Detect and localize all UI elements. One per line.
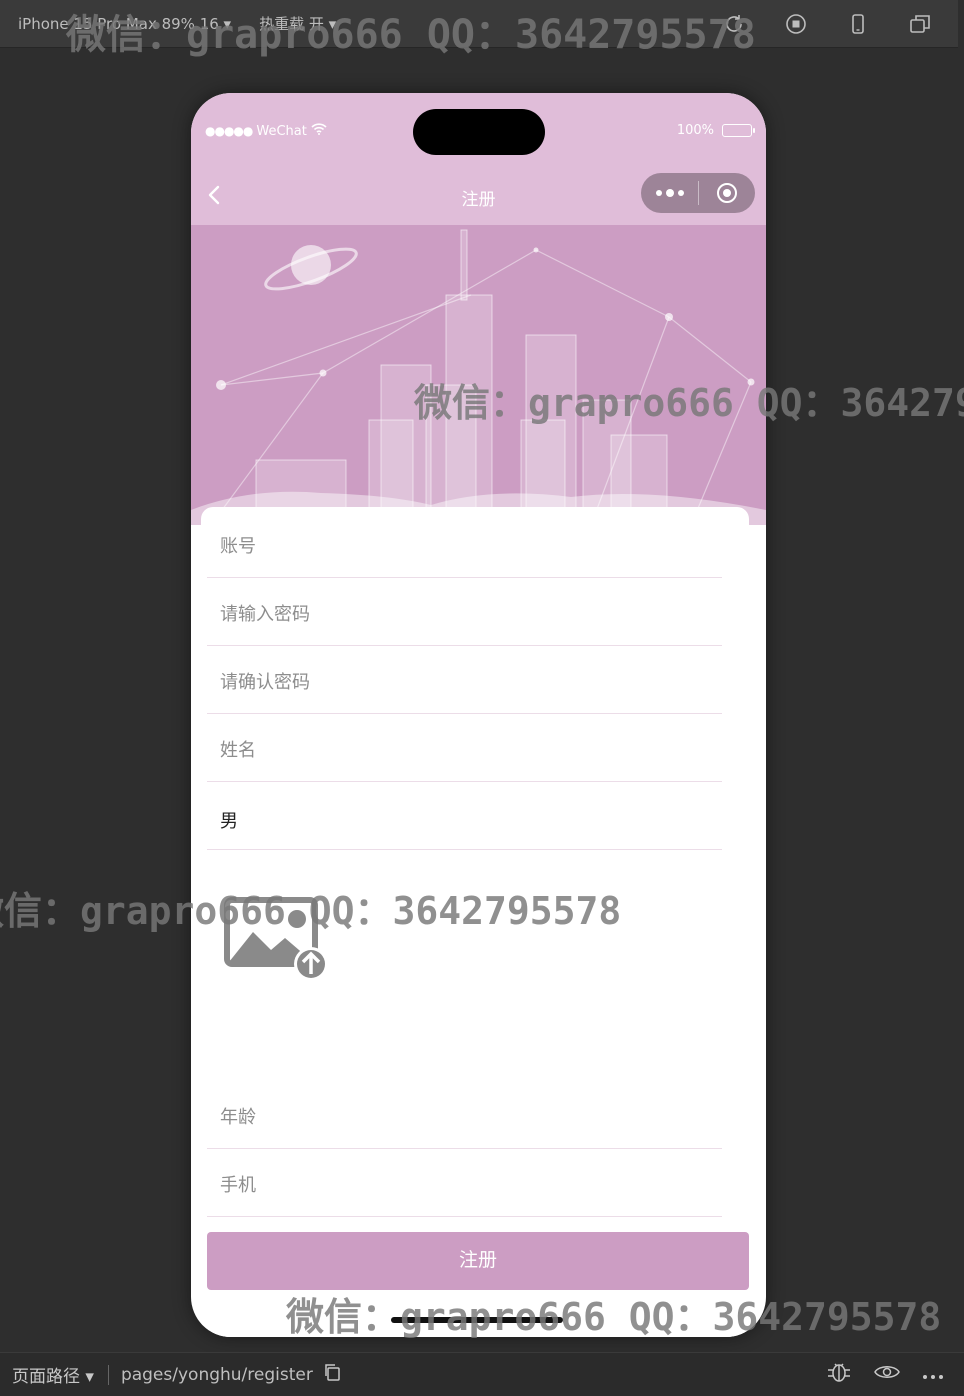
account-input[interactable] — [220, 533, 700, 559]
bug-icon[interactable] — [826, 1361, 852, 1388]
confirm-password-input[interactable] — [220, 669, 700, 695]
bottom-separator — [107, 1364, 109, 1385]
simulator-toolbar: iPhone 15 Pro Max 89% 16 ▾ 热重载 开 ▾ — [0, 0, 958, 48]
banner-illustration — [191, 225, 766, 525]
home-indicator — [391, 1317, 563, 1323]
wifi-icon — [311, 123, 327, 139]
refresh-icon[interactable] — [714, 4, 754, 44]
gender-value: 男 — [220, 811, 238, 832]
mini-program-capsule — [641, 173, 755, 213]
status-left: ●●●●● WeChat — [205, 123, 327, 139]
stop-icon[interactable] — [776, 4, 816, 44]
age-input[interactable] — [220, 1104, 700, 1130]
signal-dots: ●●●●● — [205, 124, 253, 138]
page-path-text: pages/yonghu/register — [120, 1364, 313, 1385]
phone-input[interactable] — [220, 1172, 700, 1198]
copy-icon[interactable] — [323, 1363, 341, 1386]
status-right: 100% — [676, 123, 755, 138]
close-target-icon[interactable] — [699, 173, 755, 213]
account-field — [207, 511, 722, 578]
battery-icon — [722, 124, 755, 137]
bottom-actions — [826, 1361, 952, 1388]
battery-percent: 100% — [676, 123, 714, 138]
password-input[interactable] — [220, 601, 700, 627]
image-upload-icon[interactable] — [221, 892, 333, 981]
hot-reload-toggle[interactable]: 热重载 开 ▾ — [259, 13, 336, 34]
gender-picker[interactable]: 男 — [207, 783, 722, 850]
password-field — [207, 579, 722, 646]
status-bar: ●●●●● WeChat 100% — [191, 93, 766, 165]
eye-icon[interactable] — [874, 1363, 900, 1386]
name-field — [207, 715, 722, 782]
dynamic-island — [413, 109, 545, 155]
phone-icon[interactable] — [838, 4, 878, 44]
more-icon[interactable] — [922, 1365, 944, 1385]
carrier-label: WeChat — [256, 123, 307, 139]
window-icon[interactable] — [900, 4, 940, 44]
device-selector[interactable]: iPhone 15 Pro Max 89% 16 ▾ — [18, 15, 231, 33]
toolbar-actions — [714, 4, 940, 44]
page-path-dropdown[interactable]: 页面路径 ▾ — [12, 1362, 94, 1387]
register-button[interactable]: 注册 — [207, 1232, 749, 1290]
bottom-status-bar: 页面路径 ▾ pages/yonghu/register — [0, 1352, 964, 1396]
register-form: 男 注册 — [191, 507, 766, 1337]
confirm-password-field — [207, 647, 722, 714]
nav-bar: 注册 — [191, 165, 766, 225]
phone-simulator: ●●●●● WeChat 100% 注册 账号 姓名 男 年龄 手机 注册 — [191, 93, 766, 1337]
age-field — [207, 1082, 722, 1149]
more-dots-icon[interactable] — [641, 173, 698, 213]
name-input[interactable] — [220, 737, 700, 763]
phone-field — [207, 1150, 722, 1217]
